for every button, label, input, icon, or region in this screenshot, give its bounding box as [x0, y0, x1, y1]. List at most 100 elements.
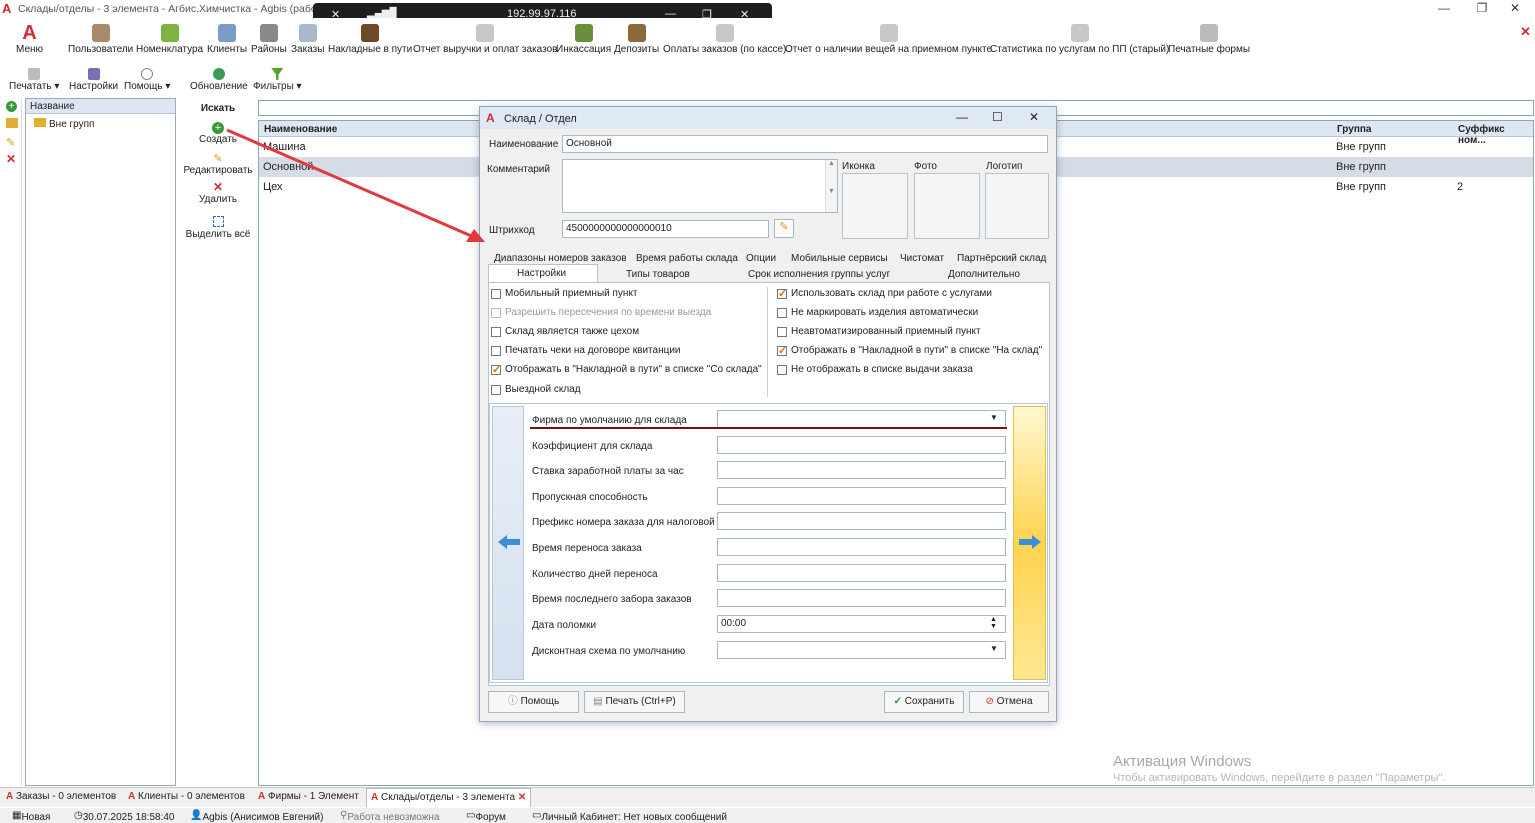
prev-page-button[interactable] [492, 406, 524, 680]
select-all-button[interactable]: Выделить всё [180, 216, 256, 240]
print-button[interactable]: ▤ Печать (Ctrl+P) [584, 691, 685, 713]
ribbon-label: Пользователи [68, 44, 134, 55]
ribbon-districts[interactable]: Районы [251, 24, 287, 55]
ribbon-revenue-report[interactable]: Отчет выручки и оплат заказов [413, 24, 557, 55]
column-header-name[interactable]: Наименование [264, 124, 337, 135]
tab-settings[interactable]: Настройки [517, 268, 566, 279]
edit-button[interactable]: ✎ Редактировать [180, 152, 256, 176]
next-page-button[interactable] [1013, 406, 1046, 680]
tab-partner-warehouse[interactable]: Партнёрский склад [957, 253, 1046, 264]
checkbox-show-to-warehouse[interactable]: Отображать в "Накладной в пути" в списке… [777, 344, 1042, 359]
barcode-generate-icon[interactable]: ✎ [774, 219, 794, 238]
report-icon [476, 24, 495, 42]
discount-scheme-select[interactable] [717, 641, 1006, 659]
checkbox-show-from-warehouse[interactable]: Отображать в "Накладной в пути" в списке… [491, 363, 762, 378]
spinner-icon[interactable]: ▲ ▼ [990, 616, 997, 630]
checkbox-no-auto-mark[interactable]: Не маркировать изделия автоматически [777, 307, 978, 321]
tab-service-group-terms[interactable]: Срок исполнения группы услуг [748, 269, 890, 280]
close-icon[interactable]: ✕ [1495, 1, 1535, 17]
name-field[interactable]: Основной [562, 135, 1048, 153]
settings-button[interactable]: Настройки [69, 68, 118, 92]
delete-group-icon[interactable]: ✕ [6, 152, 16, 166]
help-button[interactable]: Помощь ▾ [124, 68, 170, 92]
coefficient-field[interactable] [717, 436, 1006, 454]
checkbox-non-automated[interactable]: Неавтоматизированный приемный пункт [777, 326, 981, 340]
close-tab-icon[interactable]: ✕ [518, 792, 526, 803]
minimize-icon[interactable]: — [1424, 1, 1464, 17]
capacity-field[interactable] [717, 487, 1006, 505]
default-firm-select[interactable] [717, 410, 1006, 428]
ribbon-clients[interactable]: Клиенты [207, 24, 247, 55]
ribbon-print-forms[interactable]: Печатные формы [1168, 24, 1250, 55]
tax-prefix-field[interactable] [717, 512, 1006, 530]
tab-work-time[interactable]: Время работы склада [636, 253, 738, 264]
ribbon-collection[interactable]: Инкассация [556, 24, 611, 55]
print-button[interactable]: Печатать ▾ [9, 68, 59, 92]
delete-button[interactable]: ✕ Удалить [180, 180, 256, 205]
checkbox-mobile-warehouse[interactable]: Выездной склад [491, 384, 581, 398]
ribbon-users[interactable]: Пользователи [68, 24, 133, 55]
filters-button[interactable]: Фильтры ▾ [253, 68, 302, 92]
ribbon-nomenclature[interactable]: Номенклатура [136, 24, 203, 55]
tab-warehouses[interactable]: A Склады/отделы - 3 элемента ✕ [366, 788, 532, 807]
ribbon-order-payments[interactable]: Оплаты заказов (по кассе) [663, 24, 786, 55]
menu-button[interactable]: A Меню [16, 22, 43, 55]
help-button[interactable]: ⓘ Помощь [488, 691, 579, 713]
cancel-button[interactable]: ⊘ Отмена [969, 691, 1049, 713]
checkbox-use-for-services[interactable]: Использовать склад при работе с услугами [777, 287, 992, 302]
toolbar-label: Помощь [124, 81, 163, 92]
photo-image-box[interactable] [914, 173, 980, 239]
column-header-group[interactable]: Группа [1337, 124, 1371, 135]
dialog-minimize-icon[interactable]: — [956, 110, 968, 124]
dialog-close-icon[interactable]: ✕ [1029, 110, 1039, 124]
tab-mobile-services[interactable]: Мобильные сервисы [791, 253, 888, 264]
ribbon-orders[interactable]: Заказы [291, 24, 324, 55]
dialog-maximize-icon[interactable]: ☐ [992, 110, 1003, 124]
checkbox-mobile-point[interactable]: Мобильный приемный пункт [491, 288, 638, 302]
close-tab-icon[interactable]: ✕ [1520, 24, 1531, 40]
refresh-button[interactable]: Обновление [190, 68, 248, 92]
checkbox-also-workshop[interactable]: Склад является также цехом [491, 326, 639, 340]
last-pickup-field[interactable] [717, 589, 1006, 607]
logo-image-box[interactable] [985, 173, 1049, 239]
comment-scrollbar[interactable]: ▲ ▼ [825, 160, 837, 212]
transfer-days-field[interactable] [717, 564, 1006, 582]
create-button[interactable]: + Создать [180, 122, 256, 145]
ribbon-items-report[interactable]: Отчет о наличии вещей на приемном пункте [785, 24, 992, 55]
help-icon [141, 68, 154, 80]
checkbox-print-receipts[interactable]: Печатать чеки на договоре квитанции [491, 345, 681, 359]
tab-orders[interactable]: A Заказы - 0 элементов [6, 791, 116, 802]
transfer-time-field[interactable] [717, 538, 1006, 556]
tab-chistomat[interactable]: Чистомат [900, 253, 944, 264]
checkbox-box [491, 308, 501, 318]
ribbon-services-stats[interactable]: Статистика по услугам по ПП (старый) [990, 24, 1169, 55]
status-forum[interactable]: ▭ Форум [466, 810, 506, 823]
hourly-rate-field[interactable] [717, 461, 1006, 479]
save-button[interactable]: ✓ Сохранить [884, 691, 964, 713]
edit-group-icon[interactable]: ✎ [6, 136, 15, 149]
tree-node-no-group[interactable]: Вне групп [34, 118, 94, 130]
tab-additional[interactable]: Дополнительно [948, 269, 1020, 280]
checkbox-hide-in-issue[interactable]: Не отображать в списке выдачи заказа [777, 364, 973, 378]
status-cabinet[interactable]: ▭ Личный Кабинет: Нет новых сообщений [532, 810, 727, 823]
ribbon-deposits[interactable]: Депозиты [614, 24, 659, 55]
icon-image-box[interactable] [842, 173, 908, 239]
chevron-down-icon[interactable]: ▼ [990, 644, 998, 653]
tab-clients[interactable]: A Клиенты - 0 элементов [128, 791, 245, 802]
chevron-down-icon[interactable]: ▼ [990, 413, 998, 422]
checkbox-allow-overlap[interactable]: Разрешить пересечения по времени выезда [491, 307, 711, 321]
ribbon-label: Отчет выручки и оплат заказов [413, 44, 558, 55]
add-group-icon[interactable]: + [6, 101, 17, 112]
ribbon-waybills[interactable]: Накладные в пути [328, 24, 412, 55]
districts-icon [259, 24, 278, 42]
barcode-field[interactable]: 4500000000000000010 [562, 220, 769, 238]
folder-icon[interactable] [6, 118, 18, 128]
tab-firms[interactable]: A Фирмы - 1 Элемент [258, 791, 359, 802]
tab-product-types[interactable]: Типы товаров [626, 269, 690, 280]
tab-options[interactable]: Опции [746, 253, 776, 264]
button-label: Помощь [520, 696, 560, 707]
comment-field[interactable]: ▲ ▼ [562, 159, 838, 213]
menu-label: Меню [16, 44, 44, 55]
breakdown-date-field[interactable]: 00:00 [717, 615, 1006, 633]
tab-order-ranges[interactable]: Диапазоны номеров заказов [494, 253, 627, 264]
